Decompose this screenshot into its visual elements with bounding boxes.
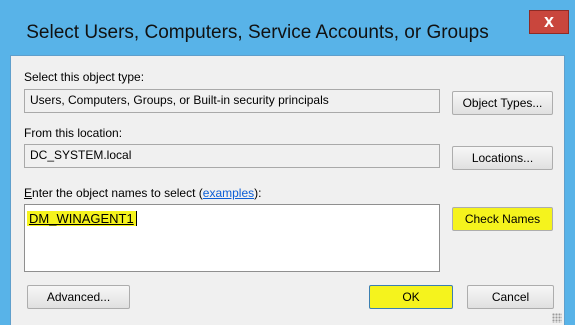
object-names-input[interactable]: DM_WINAGENT1 [24,204,440,272]
names-label: Enter the object names to select (exampl… [24,186,261,200]
ok-button[interactable]: OK [369,285,453,309]
object-type-field: Users, Computers, Groups, or Built-in se… [24,89,440,113]
location-label: From this location: [24,126,123,140]
examples-link[interactable]: examples [203,186,254,200]
names-label-accesskey: E [24,186,33,200]
object-type-label: Select this object type: [24,70,145,84]
names-label-text: nter the object names to select ( [32,186,203,200]
cancel-button[interactable]: Cancel [467,285,554,309]
resize-grip-icon[interactable] [552,313,562,323]
check-names-button[interactable]: Check Names [452,207,553,231]
names-label-suffix: ): [254,186,262,200]
dialog-title: Select Users, Computers, Service Account… [26,22,489,43]
locations-button[interactable]: Locations... [452,146,553,170]
object-name-entry: DM_WINAGENT1 [27,211,137,226]
title-bar[interactable]: Select Users, Computers, Service Account… [0,0,575,54]
close-icon: x [543,11,554,31]
dialog-body: Select this object type: Users, Computer… [10,55,565,325]
close-button[interactable]: x [529,10,569,34]
location-field: DC_SYSTEM.local [24,144,440,168]
advanced-button[interactable]: Advanced... [27,285,130,309]
object-types-button[interactable]: Object Types... [452,91,553,115]
dialog-window: Select Users, Computers, Service Account… [0,0,575,325]
